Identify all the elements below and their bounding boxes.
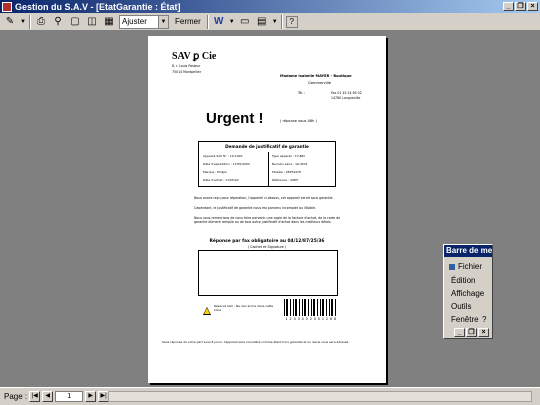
design-view-icon[interactable]: ✎	[3, 15, 17, 29]
app-icon	[2, 1, 12, 12]
design-view-dropdown-icon[interactable]: ▼	[20, 19, 26, 25]
print-icon[interactable]: ⎙	[34, 15, 48, 29]
body-paragraph: Nous avons reçu pour réparation, l'appar…	[194, 196, 334, 200]
one-page-icon[interactable]: ▢	[68, 15, 82, 29]
file-menu-icon	[449, 263, 455, 270]
toolbar: ✎ ▼ ⎙ ⚲ ▢ ◫ ▦ Ajuster ▼ Fermer W ▼ ▭ ▤ ▼…	[0, 13, 540, 31]
barcode	[284, 299, 338, 316]
warranty-left-line: Date d'expédition : 17/05/2005	[203, 162, 250, 166]
menu-item-affichage[interactable]: Affichage	[451, 289, 484, 298]
window-controls: _ ❐ ×	[503, 2, 540, 11]
window-titlebar: Gestion du S.A.V - [EtatGarantie : État]…	[0, 0, 540, 13]
menu-bar-panel[interactable]: Barre de menus Fichier Édition Affichage…	[443, 244, 493, 339]
warranty-right-line: Modèle : 28PT4478	[272, 170, 301, 174]
new-object-icon[interactable]: ▤	[255, 15, 269, 29]
help-icon[interactable]: ?	[285, 15, 298, 28]
client-postal: 14780 Longueville	[331, 96, 361, 100]
urgent-title: Urgent !	[206, 110, 264, 127]
warranty-divider	[268, 152, 269, 187]
menu-panel-restore[interactable]: ❐	[466, 328, 477, 337]
menu-item-help[interactable]: ?	[482, 315, 486, 324]
fax-subtitle: ( Cachet et Signature )	[247, 245, 287, 249]
menu-panel-controls: _ ❐ ×	[454, 328, 489, 337]
horizontal-scrollbar[interactable]	[108, 391, 532, 402]
menu-item-fenetre[interactable]: Fenêtre	[451, 315, 479, 324]
menu-panel-close[interactable]: ×	[478, 328, 489, 337]
body-paragraph: Nous vous remercions de nous faire parve…	[194, 216, 341, 224]
warranty-left-line: Marque : Philips	[203, 170, 227, 174]
database-window-icon[interactable]: ▭	[238, 15, 252, 29]
company-logo-text: SAV ꝑ Cie	[172, 51, 217, 62]
new-object-dropdown-icon[interactable]: ▼	[272, 19, 278, 25]
zoom-select[interactable]: Ajuster ▼	[119, 14, 169, 29]
urgent-note: ( réponse sous 48h )	[280, 119, 317, 123]
company-city-line: 75014 Montpellier	[172, 70, 202, 74]
menu-item-outils[interactable]: Outils	[451, 302, 471, 311]
menu-panel-minimize[interactable]: _	[454, 328, 465, 337]
menu-item-edition[interactable]: Édition	[451, 276, 475, 285]
company-address-line: 8, r. Louis Pasteur	[172, 64, 201, 68]
warranty-left-line: Appareil SAV N° : 19-1000	[203, 154, 243, 158]
multiple-pages-icon[interactable]: ▦	[102, 15, 116, 29]
tel-label: Tél. :	[298, 91, 306, 95]
fax-title: Réponse par fax obligatoire au 04/12/87/…	[209, 239, 325, 244]
close-window-button[interactable]: ×	[527, 2, 538, 11]
barcode-number: 1 2 0 3 4 0 2 0 0 1 2 6 8	[285, 317, 337, 321]
word-export-icon[interactable]: W	[212, 15, 226, 29]
warranty-right-line: Numéro série : 19-4521	[272, 162, 308, 166]
page-label: Page :	[4, 392, 28, 401]
tel-value: Fax 01 45 24 65 02	[331, 91, 362, 95]
warranty-right-line: Type appareil : TV-BRI	[272, 154, 305, 158]
toolbar-separator	[29, 14, 31, 29]
zoom-icon[interactable]: ⚲	[51, 15, 65, 29]
menu-item-fichier[interactable]: Fichier	[449, 262, 482, 271]
zoom-value: Ajuster	[122, 17, 147, 26]
page-number-input[interactable]: 1	[55, 391, 84, 402]
warranty-left-line: Date d'achat : 17/05/02	[203, 178, 239, 182]
footer-text: Sans réponse de votre part sous 8 jours,…	[162, 340, 350, 344]
two-pages-icon[interactable]: ◫	[85, 15, 99, 29]
previous-page-button[interactable]: ◀	[42, 391, 54, 402]
office-links-dropdown-icon[interactable]: ▼	[229, 19, 235, 25]
close-preview-button[interactable]: Fermer	[172, 15, 204, 29]
warning-text: Réservé SAV - Ne rien écrire dans cette …	[214, 304, 274, 312]
warning-icon	[203, 307, 211, 315]
warranty-title: Demande de justificatif de garantie	[225, 144, 309, 149]
window-title: Gestion du S.A.V - [EtatGarantie : État]	[15, 1, 181, 12]
signature-box	[198, 250, 338, 296]
zoom-dropdown-icon[interactable]: ▼	[158, 15, 168, 28]
warranty-request-box: Demande de justificatif de garantie Appa…	[198, 141, 336, 187]
menu-item-label: Fichier	[458, 262, 483, 271]
restore-button[interactable]: ❐	[515, 2, 526, 11]
next-page-button[interactable]: ▶	[85, 391, 97, 402]
report-page[interactable]: SAV ꝑ Cie 8, r. Louis Pasteur 75014 Mont…	[148, 36, 386, 383]
minimize-button[interactable]: _	[503, 2, 514, 11]
navigation-bar: Page : |◀ ◀ 1 ▶ ▶|	[0, 387, 540, 405]
body-paragraph: Cependant, le justificatif de garantie n…	[194, 206, 316, 210]
toolbar-separator	[206, 14, 209, 29]
client-city: Gommerville	[308, 81, 332, 85]
warranty-right-line: Référence : 44PH	[272, 178, 298, 182]
client-name: Madame Isabelle MAYER - Boutique	[280, 74, 352, 78]
menu-panel-title[interactable]: Barre de menus	[444, 245, 492, 257]
first-page-button[interactable]: |◀	[29, 391, 41, 402]
toolbar-separator	[280, 14, 283, 29]
